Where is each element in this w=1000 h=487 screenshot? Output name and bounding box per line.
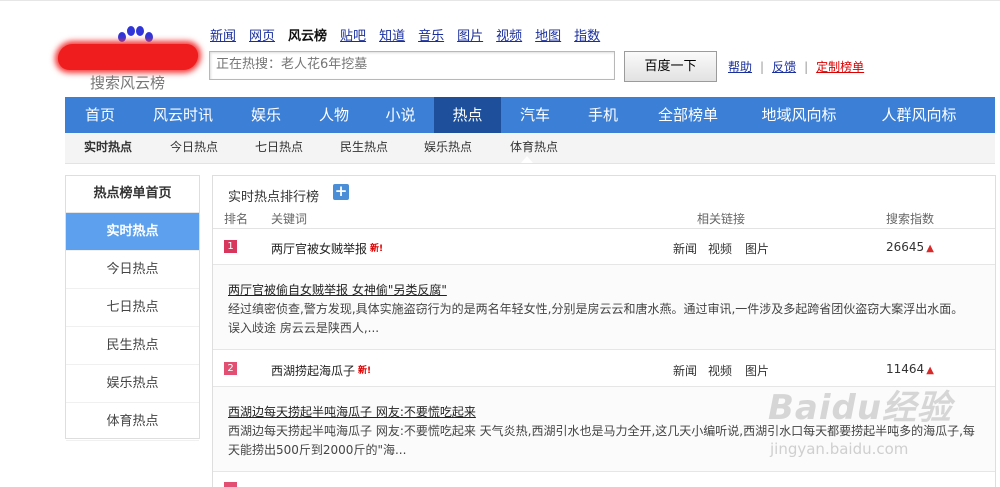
detail-text: 经过缜密侦查,警方发现,具体实施盗窃行为的是两名年轻女性,分别是房云云和唐水燕。…	[228, 302, 964, 335]
subnav-today[interactable]: 今日热点	[170, 133, 218, 163]
mainnav-news-flash[interactable]: 风云时讯	[135, 97, 231, 133]
main-nav: 首页 风云时讯 娱乐 人物 小说 热点 汽车 手机 全部榜单 地域风向标 人群风…	[65, 97, 995, 133]
image-link[interactable]: 图片	[745, 240, 769, 257]
plus-icon[interactable]: +	[333, 184, 349, 200]
mainnav-home[interactable]: 首页	[65, 97, 135, 133]
divider	[213, 228, 995, 229]
detail-text: 西湖边每天捞起半吨海瓜子 网友:不要慌吃起来 天气炎热,西湖引水也是马力全开,这…	[228, 424, 975, 457]
mainnav-group-trends[interactable]: 人群风向标	[859, 97, 979, 133]
sidebar-item-today[interactable]: 今日热点	[66, 251, 199, 289]
sidebar-item-livelihood[interactable]: 民生热点	[66, 327, 199, 365]
feedback-link[interactable]: 反馈	[772, 60, 796, 74]
image-link[interactable]: 图片	[745, 362, 769, 379]
sub-nav: 实时热点 今日热点 七日热点 民生热点 娱乐热点 体育热点	[65, 133, 995, 164]
video-link[interactable]: 视频	[708, 240, 732, 257]
logo[interactable]: 搜索风云榜	[56, 26, 201, 96]
sidebar-item-sports[interactable]: 体育热点	[66, 403, 199, 441]
subnav-sports[interactable]: 体育热点	[510, 133, 558, 163]
up-arrow-icon: ▲	[926, 243, 934, 254]
search-index: 11464 ▲	[886, 362, 934, 376]
sidebar-item-week[interactable]: 七日热点	[66, 289, 199, 327]
top-border	[0, 0, 1000, 1]
top-nav: 新闻 网页 风云榜 贴吧 知道 音乐 图片 视频 地图 指数	[210, 25, 613, 44]
sidebar-header[interactable]: 热点榜单首页	[66, 176, 199, 213]
subnav-livelihood[interactable]: 民生热点	[340, 133, 388, 163]
detail-box: 西湖边每天捞起半吨海瓜子 网友:不要慌吃起来 西湖边每天捞起半吨海瓜子 网友:不…	[213, 386, 995, 472]
keyword-link[interactable]: 两厅官被女贼举报	[271, 240, 367, 257]
news-link[interactable]: 新闻	[673, 362, 697, 379]
new-badge: 新!	[370, 244, 384, 254]
topnav-video[interactable]: 视频	[496, 25, 522, 44]
header-links: 帮助 | 反馈 | 定制榜单	[728, 58, 864, 75]
rank-badge: 1	[224, 240, 237, 253]
topnav-index[interactable]: 指数	[574, 25, 600, 44]
mainnav-hot[interactable]: 热点	[434, 97, 501, 133]
separator: |	[804, 60, 809, 74]
search-index-value: 26645	[886, 240, 925, 254]
subnav-caret	[521, 156, 533, 163]
separator: |	[760, 60, 765, 74]
news-link[interactable]: 新闻	[673, 240, 697, 257]
topnav-zhidao[interactable]: 知道	[379, 25, 405, 44]
topnav-tieba[interactable]: 贴吧	[340, 25, 366, 44]
rank-badge	[224, 482, 237, 487]
topnav-news[interactable]: 新闻	[210, 25, 236, 44]
topnav-map[interactable]: 地图	[535, 25, 561, 44]
mainnav-entertainment[interactable]: 娱乐	[231, 97, 301, 133]
col-index: 搜索指数	[886, 212, 935, 226]
new-badge: 新!	[358, 366, 372, 376]
rank-badge: 2	[224, 362, 237, 375]
mainnav-cars[interactable]: 汽车	[501, 97, 569, 133]
video-link[interactable]: 视频	[708, 362, 732, 379]
mainnav-people[interactable]: 人物	[301, 97, 367, 133]
sidebar: 热点榜单首页 实时热点 今日热点 七日热点 民生热点 娱乐热点 体育热点	[65, 175, 200, 441]
search-box	[209, 51, 615, 80]
keyword-link[interactable]: 西湖捞起海瓜子	[271, 362, 355, 379]
col-links: 相关链接	[697, 212, 746, 226]
subnav-week[interactable]: 七日热点	[255, 133, 303, 163]
mainnav-region-trends[interactable]: 地域风向标	[739, 97, 859, 133]
col-rank: 排名	[224, 212, 249, 226]
detail-title[interactable]: 两厅官被偷自女贼举报 女神偷"另类反腐"	[228, 281, 447, 298]
col-keyword: 关键词	[271, 212, 308, 226]
logo-text: 搜索风云榜	[90, 74, 166, 92]
redacted-logo-mark	[56, 44, 200, 70]
search-index-value: 11464	[886, 362, 925, 376]
search-button[interactable]: 百度一下	[624, 51, 717, 82]
topnav-music[interactable]: 音乐	[418, 25, 444, 44]
sidebar-item-realtime[interactable]: 实时热点	[66, 213, 199, 251]
topnav-fengyunbang[interactable]: 风云榜	[288, 25, 327, 44]
ranking-panel: 实时热点排行榜 + 排名 关键词 相关链接 搜索指数 1 两厅官被女贼举报 新!…	[212, 175, 996, 487]
panel-title: 实时热点排行榜	[228, 190, 320, 205]
topnav-web[interactable]: 网页	[249, 25, 275, 44]
mainnav-all-lists[interactable]: 全部榜单	[637, 97, 739, 133]
up-arrow-icon: ▲	[926, 365, 934, 376]
topnav-images[interactable]: 图片	[457, 25, 483, 44]
mainnav-phones[interactable]: 手机	[569, 97, 637, 133]
search-index: 26645 ▲	[886, 240, 934, 254]
detail-box: 两厅官被偷自女贼举报 女神偷"另类反腐" 经过缜密侦查,警方发现,具体实施盗窃行…	[213, 264, 995, 350]
sidebar-item-entertainment[interactable]: 娱乐热点	[66, 365, 199, 403]
detail-title[interactable]: 西湖边每天捞起半吨海瓜子 网友:不要慌吃起来	[228, 403, 476, 420]
search-input[interactable]	[210, 52, 612, 77]
help-link[interactable]: 帮助	[728, 60, 752, 74]
subnav-entertainment[interactable]: 娱乐热点	[424, 133, 472, 163]
subnav-realtime[interactable]: 实时热点	[84, 133, 132, 163]
custom-list-link[interactable]: 定制榜单	[816, 60, 864, 74]
mainnav-novels[interactable]: 小说	[367, 97, 434, 133]
